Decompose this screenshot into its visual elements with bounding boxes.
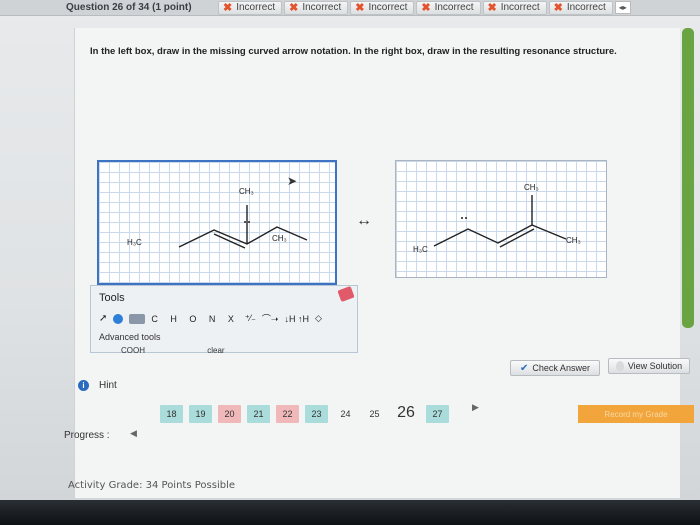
tools-title: Tools [99,292,125,304]
progress-page-button[interactable]: 19 [189,405,212,423]
atom-buttons[interactable]: C H O N X [151,314,239,324]
status-label: Incorrect [368,2,408,13]
check-answer-label: Check Answer [532,363,590,373]
curved-arrow-icon[interactable]: ⌒➝ [262,312,279,325]
cursor-icon: ➤ [287,174,298,188]
progress-page-button[interactable]: 22 [276,405,299,423]
incorrect-x-icon: ✖ [355,2,365,14]
question-title: Question 26 of 34 (1 point) [66,2,192,13]
right-drawing-box[interactable]: CH₃ H₃C CH₃ [395,160,607,278]
incorrect-x-icon: ✖ [223,2,233,14]
incorrect-x-icon: ✖ [553,2,563,14]
hint-label: Hint [99,380,117,391]
eraser-icon[interactable] [337,285,355,303]
incorrect-x-icon: ✖ [289,2,299,14]
tools-bottom-row: COOH clear [121,346,225,355]
incorrect-x-icon: ✖ [487,2,497,14]
info-icon: i [78,380,89,391]
status-label: Incorrect [500,2,540,13]
incorrect-x-icon: ✖ [421,2,431,14]
progress-page-button[interactable]: 21 [247,405,270,423]
ring-tool-icon[interactable]: ◇ [315,313,322,324]
check-answer-button[interactable]: ✔ Check Answer [510,360,600,376]
left-top-ch3-label: CH₃ [239,187,254,196]
hint-row[interactable]: i Hint [78,380,117,391]
cooh-button[interactable]: COOH [121,346,145,355]
select-arrow-icon[interactable]: ➚ [99,313,107,324]
progress-label: Progress : [64,430,110,441]
clear-button[interactable]: clear [207,346,224,355]
right-top-ch3-label: CH₃ [524,183,539,192]
progress-next-arrow-icon[interactable]: ▶ [472,402,479,413]
progress-page-button[interactable]: 20 [218,405,241,423]
scrollbar[interactable] [682,28,694,328]
right-right-ch3-label: CH₃ [566,236,581,245]
status-label: Incorrect [236,2,276,13]
advanced-tools-link[interactable]: Advanced tools [99,332,161,342]
progress-pages: 18 19 20 21 22 23 24 25 26 27 [160,404,449,423]
status-label: Incorrect [302,2,342,13]
checkmark-icon: ✔ [520,362,529,374]
tools-panel: Tools ➚ C H O N X ⁺⁄₋ ⌒➝ ↓H ↑H ◇ Advance… [90,285,358,355]
monitor-bezel [0,500,700,525]
status-label: Incorrect [566,2,606,13]
progress-page-button[interactable]: 24 [334,405,357,423]
left-drawing-box[interactable]: CH₃ H₃C CH₃ ➤ [97,160,337,285]
status-tab[interactable]: ✖ Incorrect [218,0,283,15]
status-tab[interactable]: ✖ Incorrect [548,0,613,15]
resonance-double-arrow-icon: ↔ [356,212,372,229]
left-h3c-label: H₃C [127,238,142,247]
left-right-ch3-label: CH₃ [272,234,287,243]
view-solution-label: View Solution [627,361,683,371]
progress-page-button[interactable]: 26 [392,404,420,422]
question-instructions: In the left box, draw in the missing cur… [90,46,617,57]
status-tab[interactable]: ✖ Incorrect [284,0,349,15]
view-solution-button[interactable]: View Solution [608,358,690,374]
progress-page-button[interactable]: 18 [160,405,183,423]
charge-icon[interactable]: ⁺⁄₋ [245,313,256,324]
tab-scroll-arrows-icon[interactable]: ◂▸ [614,1,631,14]
atom-circle-icon[interactable] [113,313,124,324]
progress-page-button[interactable]: 27 [426,405,449,423]
right-h3c-label: H₃C [413,245,428,254]
progress-page-button[interactable]: 23 [305,405,328,423]
status-tab[interactable]: ✖ Incorrect [350,0,415,15]
progress-prev-arrow-icon[interactable]: ◀ [130,428,137,439]
tool-row: ➚ C H O N X ⁺⁄₋ ⌒➝ ↓H ↑H ◇ [99,312,322,325]
bond-tool-icon[interactable] [129,313,146,324]
right-molecule-drawing [433,195,567,248]
screen: Question 26 of 34 (1 point) ✖ Incorrect ✖… [0,0,700,500]
activity-grade: Activity Grade: 34 Points Possible [68,480,236,491]
progress-page-button[interactable]: 25 [363,405,386,423]
status-tab[interactable]: ✖ Incorrect [482,0,547,15]
left-molecule-drawing [178,205,308,249]
question-header: Question 26 of 34 (1 point) ✖ Incorrect ✖… [0,0,700,16]
record-grade-button[interactable]: Record my Grade [578,405,694,423]
status-label: Incorrect [434,2,474,13]
hydrogen-buttons[interactable]: ↓H ↑H [284,314,309,324]
status-tab[interactable]: ✖ Incorrect [416,0,481,15]
lightbulb-icon [615,361,624,371]
